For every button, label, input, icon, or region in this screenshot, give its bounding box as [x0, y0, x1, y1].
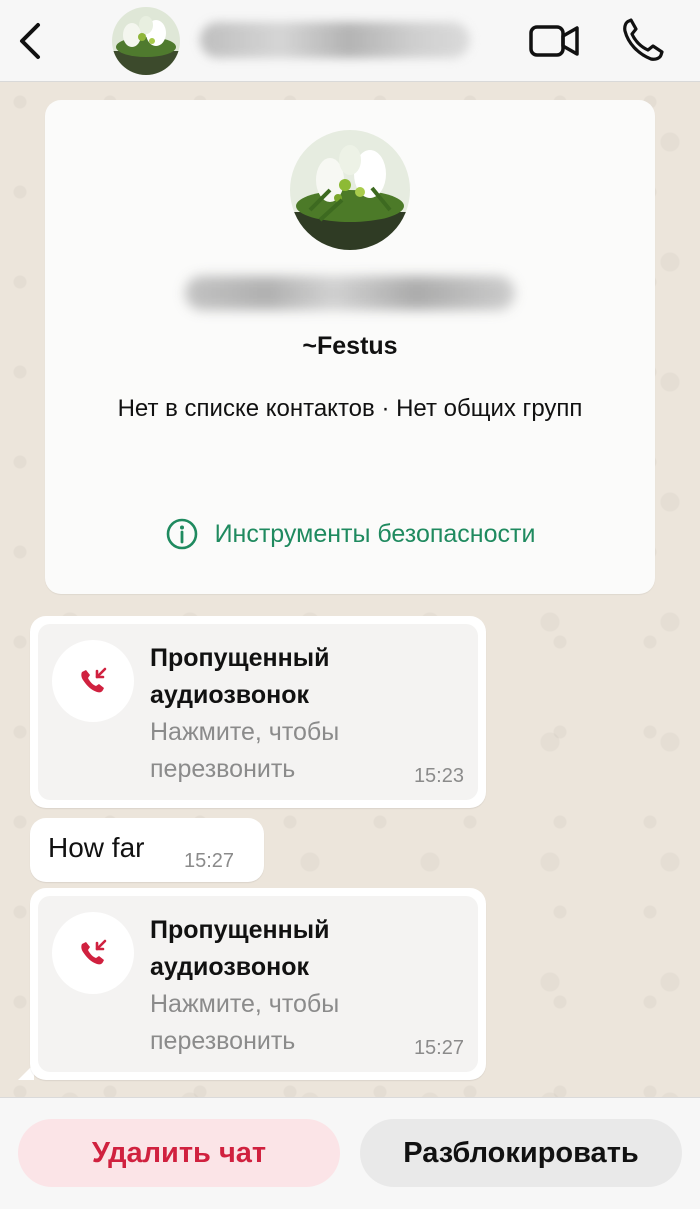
safety-tools-label: Инструменты безопасности [214, 519, 536, 548]
text-message[interactable]: How far 15:27 [30, 818, 264, 882]
missed-call-icon [81, 667, 107, 693]
missed-call-icon-container [52, 912, 134, 994]
chat-header [0, 0, 700, 82]
phone-icon [623, 18, 664, 61]
missed-call-icon-container [52, 640, 134, 722]
contact-info-card: ~Festus Нет в списке контактов · Нет общ… [45, 100, 655, 594]
voice-call-button[interactable] [620, 16, 666, 64]
video-call-button[interactable] [526, 18, 582, 64]
safety-tools-link[interactable]: Инструменты безопасности [45, 514, 655, 554]
delete-chat-button[interactable]: Удалить чат [18, 1119, 340, 1187]
contact-push-name: ~Festus [302, 332, 398, 360]
blocked-actions-bar: Удалить чат Разблокировать [0, 1097, 700, 1209]
missed-call-card[interactable]: Пропущенный аудиозвонок Нажмите, чтобы п… [38, 624, 478, 800]
missed-call-message[interactable]: Пропущенный аудиозвонок Нажмите, чтобы п… [30, 888, 486, 1080]
contact-name-redacted[interactable] [200, 22, 470, 58]
info-circle-icon [166, 518, 197, 550]
video-camera-icon [529, 25, 579, 57]
contact-profile-photo[interactable] [290, 130, 410, 250]
missed-call-subtitle: Нажмите, чтобы перезвонить [150, 718, 340, 783]
message-text: How far [48, 832, 145, 863]
missed-call-subtitle: Нажмите, чтобы перезвонить [150, 990, 340, 1055]
missed-call-icon [81, 939, 107, 965]
missed-call-title: Пропущенный аудиозвонок [150, 916, 330, 981]
back-button[interactable] [10, 18, 50, 64]
message-time: 15:27 [184, 850, 235, 872]
contact-avatar[interactable] [112, 7, 180, 75]
contact-phone-redacted [185, 276, 515, 310]
missed-call-message[interactable]: Пропущенный аудиозвонок Нажмите, чтобы п… [30, 616, 486, 808]
missed-call-card[interactable]: Пропущенный аудиозвонок Нажмите, чтобы п… [38, 896, 478, 1072]
message-time: 15:23 [413, 765, 464, 787]
contact-status-info: Нет в списке контактов · Нет общих групп [117, 395, 583, 422]
missed-call-title: Пропущенный аудиозвонок [150, 644, 330, 709]
message-time: 15:27 [413, 1037, 464, 1059]
chevron-left-icon [20, 23, 40, 59]
unblock-button[interactable]: Разблокировать [360, 1119, 682, 1187]
